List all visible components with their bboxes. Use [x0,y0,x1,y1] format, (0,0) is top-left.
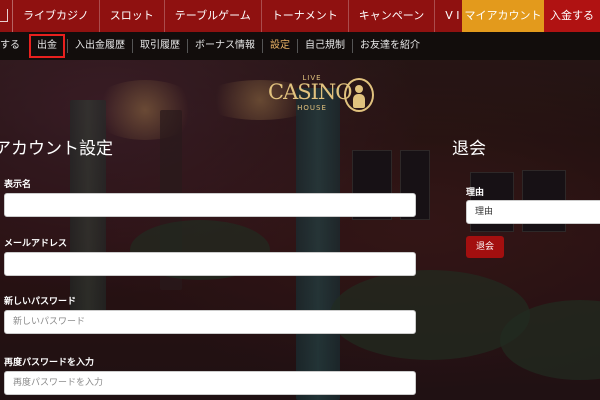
subnav-item-settings[interactable]: 設定 [262,39,297,53]
nav-item-slots[interactable]: スロット [98,0,164,32]
subnav-item-withdraw[interactable]: 出金 [29,34,65,58]
deposit-button[interactable]: 入金する [544,0,600,32]
reason-select[interactable]: 理由 [466,200,600,224]
home-icon[interactable] [0,0,12,32]
new-password-label: 新しいパスワード [4,297,77,307]
close-account-button[interactable]: 退会 [466,236,504,258]
subnav-item-transaction-history[interactable]: 入出金履歴 [67,39,132,53]
reason-label: 理由 [466,188,485,198]
logo-casino-text: CASINO [268,80,353,104]
close-account-title: 退会 [452,139,486,159]
email-input[interactable] [4,252,416,276]
logo-lady-emblem-icon [344,78,374,112]
subnav-item-trade-history[interactable]: 取引履歴 [132,39,187,53]
new-password-input[interactable] [4,310,416,334]
my-account-button[interactable]: マイアカウント [462,0,544,32]
account-settings-title: アカウント設定 [0,139,113,159]
subnav-item-deposit[interactable]: する [0,39,27,53]
display-name-input[interactable] [4,193,416,217]
subnav-item-bonus-info[interactable]: ボーナス情報 [187,39,262,53]
nav-item-table-games[interactable]: テーブルゲーム [163,0,261,32]
confirm-password-label: 再度パスワードを入力 [4,358,95,368]
email-label: メールアドレス [4,239,68,249]
nav-item-live-casino[interactable]: ライブカジノ [12,0,99,32]
nav-item-campaign[interactable]: キャンペーン [347,0,434,32]
subnav-item-refer-friend[interactable]: お友達を紹介 [352,39,427,53]
display-name-label: 表示名 [4,180,32,190]
nav-item-tournament[interactable]: トーナメント [260,0,348,32]
subnav-item-self-exclusion[interactable]: 自己規制 [297,39,352,53]
live-casino-house-logo[interactable]: LIVE CASINO HOUSE [268,74,382,120]
logo-house-text: HOUSE [297,104,327,112]
account-sub-navigation: する 出金 入出金履歴 取引履歴 ボーナス情報 設定 自己規制 お友達を紹介 [0,32,600,60]
confirm-password-input[interactable] [4,371,416,395]
